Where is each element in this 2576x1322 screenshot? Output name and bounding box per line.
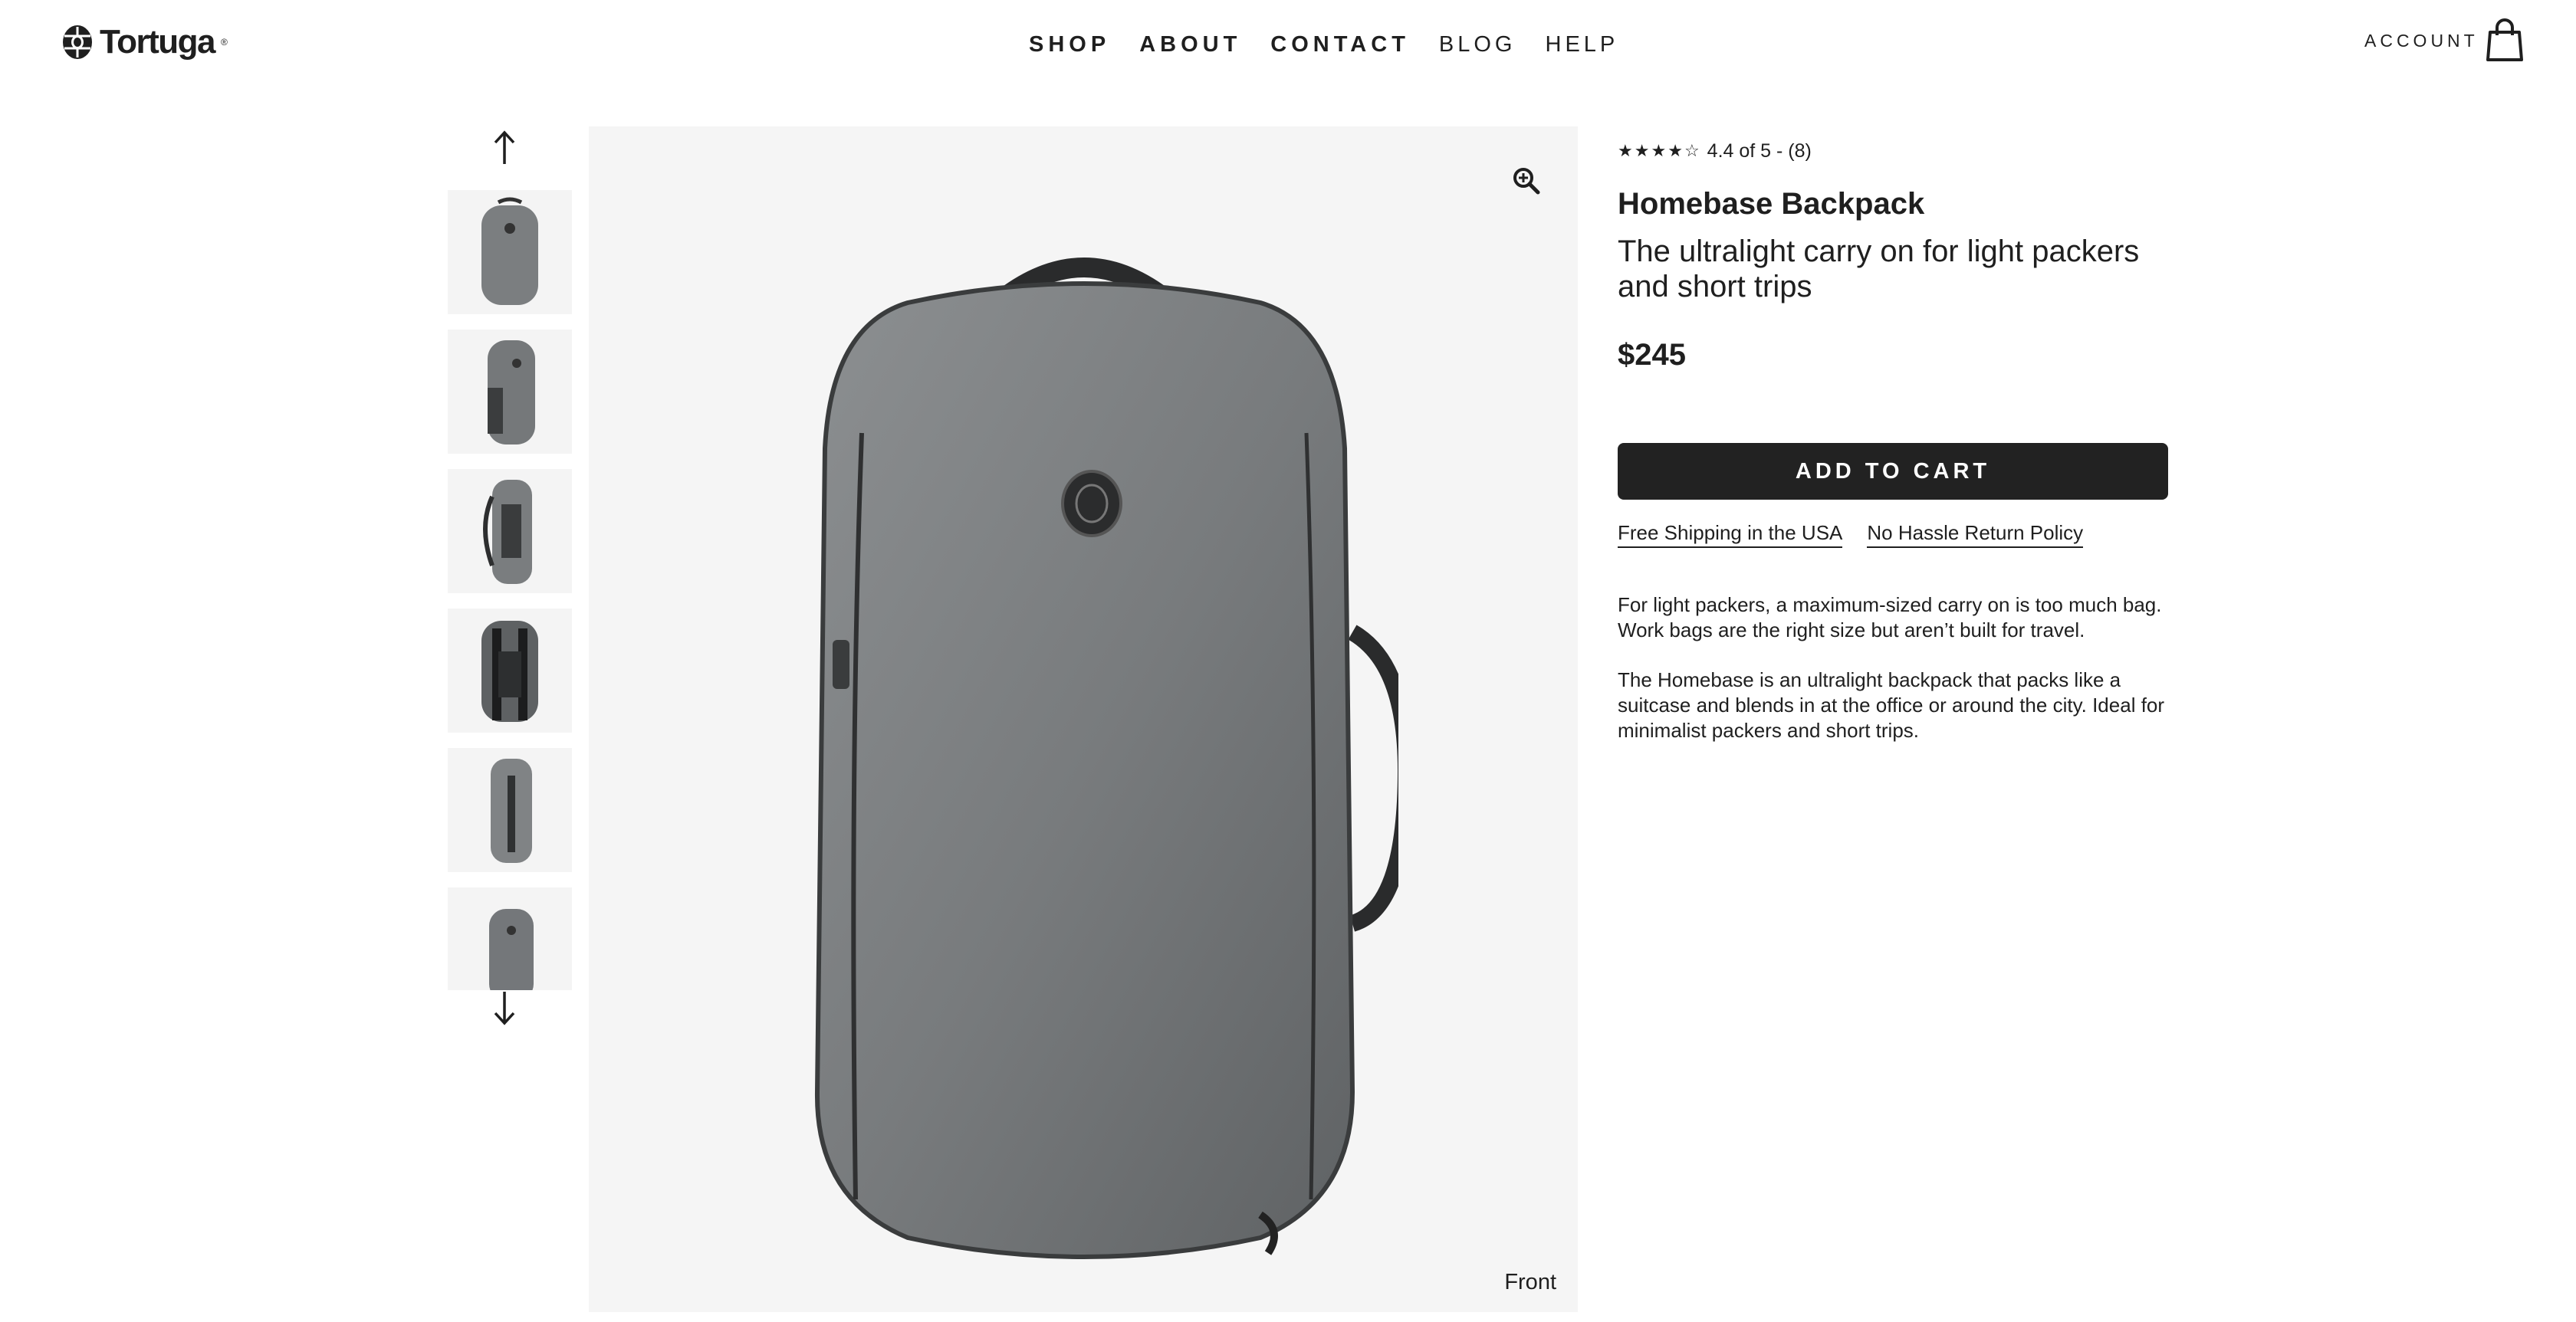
zoom-in-icon[interactable] bbox=[1512, 166, 1541, 195]
product-main-image[interactable]: Front bbox=[589, 126, 1578, 1312]
thumbnail-front[interactable] bbox=[448, 190, 572, 314]
nav-help[interactable]: HELP bbox=[1546, 32, 1619, 57]
product-description: For light packers, a maximum-sized carry… bbox=[1618, 592, 2177, 743]
thumbnail-side-handle[interactable] bbox=[448, 748, 572, 872]
backpack-thumbnail-image bbox=[489, 909, 534, 990]
backpack-thumbnail-image bbox=[488, 340, 535, 444]
thumbnail-side[interactable] bbox=[448, 469, 572, 593]
rating-stars: ★ ★ ★ ★ ☆ bbox=[1618, 141, 1700, 161]
thumbnail-front-angle[interactable] bbox=[448, 330, 572, 454]
product-rating[interactable]: ★ ★ ★ ★ ☆ 4.4 of 5 - (8) bbox=[1618, 138, 2170, 164]
description-paragraph: For light packers, a maximum-sized carry… bbox=[1618, 593, 2162, 641]
product-title: Homebase Backpack bbox=[1618, 187, 1925, 221]
shopping-bag-icon[interactable] bbox=[2486, 18, 2524, 61]
main-nav: SHOP ABOUT CONTACT BLOG HELP bbox=[1029, 32, 1618, 57]
trademark-mark: ® bbox=[221, 37, 228, 48]
backpack-thumbnail-image bbox=[481, 621, 538, 722]
policy-links: Free Shipping in the USA No Hassle Retur… bbox=[1618, 521, 2170, 548]
thumbnail-front-small[interactable] bbox=[448, 887, 572, 990]
nav-shop[interactable]: SHOP bbox=[1029, 32, 1110, 57]
brand-name: Tortuga bbox=[100, 23, 216, 61]
star-icon: ★ bbox=[1668, 141, 1683, 160]
image-caption: Front bbox=[1504, 1270, 1556, 1294]
add-to-cart-button[interactable]: ADD TO CART bbox=[1618, 443, 2168, 500]
nav-about[interactable]: ABOUT bbox=[1139, 32, 1241, 57]
product-price: $245 bbox=[1618, 338, 1686, 372]
star-icon: ★ bbox=[1651, 141, 1667, 160]
thumbnail-list bbox=[448, 190, 572, 990]
product-subtitle: The ultralight carry on for light packer… bbox=[1618, 235, 2140, 303]
return-policy-link[interactable]: No Hassle Return Policy bbox=[1867, 521, 2084, 548]
star-icon: ★ bbox=[1634, 141, 1650, 160]
backpack-thumbnail-image bbox=[491, 759, 532, 863]
thumbnail-back-harness[interactable] bbox=[448, 609, 572, 733]
account-link[interactable]: ACCOUNT bbox=[2364, 31, 2479, 51]
arrow-down-icon[interactable] bbox=[491, 989, 518, 1027]
free-shipping-link[interactable]: Free Shipping in the USA bbox=[1618, 521, 1843, 548]
brand-logo[interactable]: Tortuga ® bbox=[61, 23, 228, 61]
rating-text: 4.4 of 5 - (8) bbox=[1707, 139, 1812, 162]
description-paragraph: The Homebase is an ultralight backpack t… bbox=[1618, 668, 2165, 742]
nav-blog[interactable]: BLOG bbox=[1439, 32, 1516, 57]
arrow-up-icon[interactable] bbox=[491, 129, 518, 167]
half-star-icon: ☆ bbox=[1684, 141, 1700, 160]
site-header: Tortuga ® SHOP ABOUT CONTACT BLOG HELP AC… bbox=[0, 0, 2576, 92]
backpack-thumbnail-image bbox=[481, 197, 538, 305]
turtle-shell-icon bbox=[63, 25, 92, 59]
star-icon: ★ bbox=[1618, 141, 1633, 160]
product-info: ★ ★ ★ ★ ☆ 4.4 of 5 - (8) Homebase Backpa… bbox=[1618, 138, 2170, 768]
backpack-thumbnail-image bbox=[483, 480, 532, 584]
backpack-image bbox=[814, 258, 1398, 1259]
nav-contact[interactable]: CONTACT bbox=[1270, 32, 1410, 57]
